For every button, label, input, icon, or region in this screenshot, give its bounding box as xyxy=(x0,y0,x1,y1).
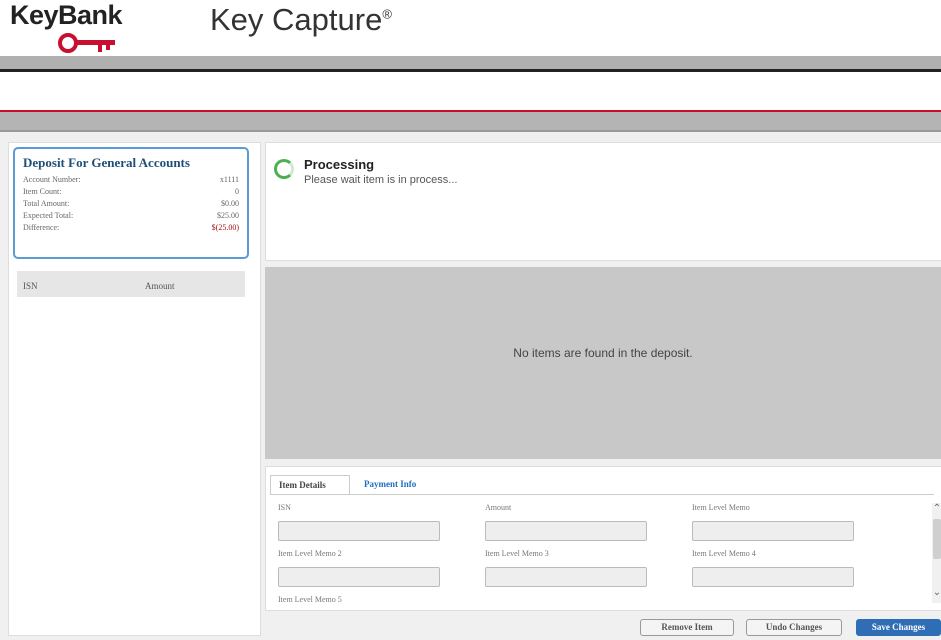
key-logo-icon xyxy=(58,33,115,53)
memo-4-input[interactable] xyxy=(692,567,854,587)
field-label-memo: Item Level Memo xyxy=(692,503,750,512)
status-message: Please wait item is in process... xyxy=(304,174,458,186)
field-label-amount: Amount xyxy=(485,503,512,512)
memo-3-input[interactable] xyxy=(485,567,647,587)
header: KeyBank Key Capture® xyxy=(0,0,941,56)
header-band xyxy=(0,56,941,69)
item-details-form: ISN Amount Item Level Memo Item Level Me… xyxy=(270,494,934,607)
deposit-summary: Deposit For General Accounts Account Num… xyxy=(13,147,249,259)
column-isn[interactable]: ISN xyxy=(23,281,38,291)
column-amount[interactable]: Amount xyxy=(145,281,175,291)
scrollbar-thumb[interactable] xyxy=(933,519,941,559)
scroll-up-icon[interactable]: ⌃ xyxy=(932,503,941,515)
keybank-logo: KeyBank xyxy=(10,0,123,30)
item-grid-header: ISN Amount xyxy=(17,271,245,297)
scroll-down-icon[interactable]: ⌄ xyxy=(932,587,941,599)
amount-input[interactable] xyxy=(485,521,647,541)
field-label-isn: ISN xyxy=(278,503,291,512)
app-title: Key Capture® xyxy=(210,2,392,37)
deposit-row-expected: Expected Total: $25.00 xyxy=(23,211,239,220)
deposit-sidebar: Deposit For General Accounts Account Num… xyxy=(8,142,261,636)
field-label-memo-3: Item Level Memo 3 xyxy=(485,549,549,558)
memo-2-input[interactable] xyxy=(278,567,440,587)
item-detail-panel: Item Details Payment Info ISN Amount Ite… xyxy=(265,466,941,611)
remove-item-button[interactable]: Remove Item xyxy=(640,619,734,636)
isn-input[interactable] xyxy=(278,521,440,541)
deposit-row-account: Account Number: x1111 xyxy=(23,175,239,184)
toolbar-area xyxy=(0,72,941,110)
tab-payment-info[interactable]: Payment Info xyxy=(356,475,446,495)
deposit-row-item-count: Item Count: 0 xyxy=(23,187,239,196)
field-label-memo-2: Item Level Memo 2 xyxy=(278,549,342,558)
field-label-memo-5: Item Level Memo 5 xyxy=(278,595,342,604)
subheader-divider xyxy=(0,130,941,132)
deposit-title: Deposit For General Accounts xyxy=(23,155,190,170)
item-image-area: No items are found in the deposit. xyxy=(265,267,941,459)
undo-changes-button[interactable]: Undo Changes xyxy=(746,619,842,636)
deposit-row-total: Total Amount: $0.00 xyxy=(23,199,239,208)
field-label-memo-4: Item Level Memo 4 xyxy=(692,549,756,558)
subheader-band xyxy=(0,112,941,130)
status-panel: Processing Please wait item is in proces… xyxy=(265,142,941,261)
empty-message: No items are found in the deposit. xyxy=(513,346,693,360)
save-changes-button[interactable]: Save Changes xyxy=(856,619,941,636)
loading-spinner-icon xyxy=(274,159,294,179)
memo-input[interactable] xyxy=(692,521,854,541)
tab-item-details[interactable]: Item Details xyxy=(270,475,350,495)
deposit-row-difference: Difference: $(25.00) xyxy=(23,223,239,232)
status-title: Processing xyxy=(304,157,375,172)
